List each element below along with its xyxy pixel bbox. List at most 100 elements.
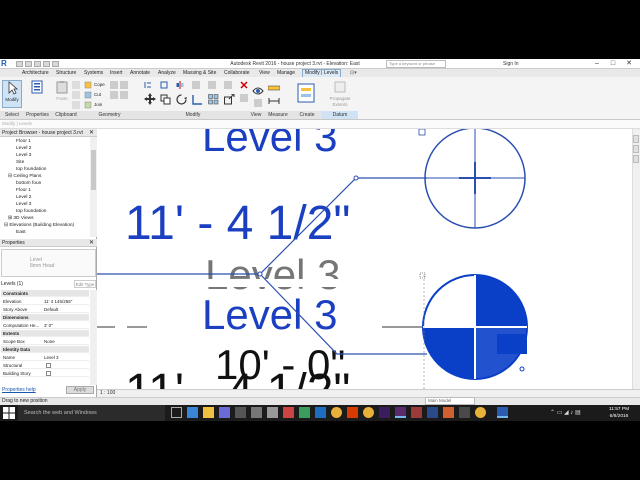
- create-group-icon[interactable]: [296, 82, 316, 104]
- scale-icon[interactable]: [224, 94, 235, 105]
- cope-icon[interactable]: [84, 81, 92, 89]
- tab-manage[interactable]: Manage: [277, 70, 295, 77]
- premiere-icon[interactable]: [395, 407, 406, 418]
- app-icon[interactable]: [299, 407, 310, 418]
- store-icon[interactable]: [219, 407, 230, 418]
- chrome-icon[interactable]: [475, 407, 486, 418]
- array-icon[interactable]: [208, 94, 219, 105]
- edit-type-button[interactable]: Edit Type: [74, 280, 96, 288]
- taskbar-clock[interactable]: 11:57 PM 6/8/2016: [603, 406, 635, 420]
- mirror-pick-axis-icon[interactable]: [176, 81, 184, 89]
- property-value[interactable]: Level 3: [44, 354, 59, 361]
- tab-collaborate[interactable]: Collaborate: [224, 70, 250, 77]
- tab-structure[interactable]: Structure: [56, 70, 76, 77]
- propagate-extents-button[interactable]: Propagate Extents: [327, 80, 353, 108]
- pin-icon[interactable]: [224, 81, 232, 89]
- browser-tree-item[interactable]: ⊞ 3D Views: [8, 215, 34, 222]
- property-row[interactable]: Computation He... 3' 0": [1, 322, 89, 329]
- property-category[interactable]: Identity Data: [1, 346, 89, 353]
- mirror-draw-axis-icon[interactable]: [192, 81, 200, 89]
- windows-start-icon[interactable]: [3, 407, 15, 419]
- property-row[interactable]: Building Story: [1, 370, 89, 377]
- steering-wheel-icon[interactable]: [633, 135, 639, 143]
- delete-icon[interactable]: [240, 81, 248, 89]
- property-category[interactable]: Constraints: [1, 290, 89, 297]
- override-graphics-icon[interactable]: [254, 99, 262, 107]
- browser-tree-item[interactable]: bottom foun: [16, 180, 41, 187]
- file-explorer-icon[interactable]: [203, 407, 214, 418]
- tab-modify-levels[interactable]: Modify | Levels: [302, 69, 342, 77]
- offset-icon[interactable]: [160, 81, 168, 89]
- browser-tree-item[interactable]: Level 2: [16, 194, 31, 201]
- property-value[interactable]: 3' 0": [44, 322, 53, 329]
- properties-button[interactable]: [27, 80, 47, 108]
- browser-tree-item[interactable]: Level 3: [16, 201, 31, 208]
- help-search-input[interactable]: Type a keyword or phrase: [386, 60, 446, 68]
- app-icon[interactable]: [315, 407, 326, 418]
- drag-grip[interactable]: [418, 129, 426, 136]
- browser-tree-item[interactable]: East: [16, 229, 26, 236]
- tab-view[interactable]: View: [259, 70, 270, 77]
- level-elevation-label-bottom[interactable]: 11' - 4 1/2": [125, 365, 350, 389]
- apply-button[interactable]: Apply: [66, 386, 94, 394]
- align-icon[interactable]: [144, 81, 152, 89]
- browser-tree-item[interactable]: Floor 1: [16, 187, 31, 194]
- match-type-icon[interactable]: [72, 101, 80, 109]
- tab-massing-site[interactable]: Massing & Site: [183, 70, 216, 77]
- elevation-drawing[interactable]: Level 3 11' - 4 1/2" Level 3 Level 3 10'…: [97, 129, 640, 389]
- level-head-symbol-selected[interactable]: [422, 274, 528, 380]
- properties-help-link[interactable]: Properties help: [2, 387, 36, 393]
- zoom-icon[interactable]: [633, 145, 639, 153]
- app-icon[interactable]: [459, 407, 470, 418]
- property-value[interactable]: Default: [44, 306, 58, 313]
- revit-app-button[interactable]: R: [1, 60, 13, 68]
- app-icon[interactable]: [427, 407, 438, 418]
- browser-tree-item[interactable]: Floor 1: [16, 138, 31, 145]
- tab-systems[interactable]: Systems: [84, 70, 103, 77]
- cut-to-clipboard-icon[interactable]: [72, 91, 80, 99]
- undo-icon[interactable]: [34, 61, 41, 67]
- leader-elbow-grip[interactable]: [257, 271, 263, 277]
- save-icon[interactable]: [25, 61, 32, 67]
- property-value[interactable]: 11' 4 145/256": [44, 298, 72, 305]
- rotate-icon[interactable]: [176, 94, 187, 105]
- redo-icon[interactable]: [43, 61, 50, 67]
- minimize-icon[interactable]: –: [590, 59, 604, 69]
- level-elevation-label[interactable]: 11' - 4 1/2": [125, 197, 350, 250]
- browser-tree-item[interactable]: top foundation: [16, 208, 46, 215]
- close-icon[interactable]: ✕: [89, 239, 94, 247]
- move-icon[interactable]: [144, 93, 156, 105]
- close-icon[interactable]: ✕: [89, 129, 94, 137]
- wall-joins-icon[interactable]: [110, 81, 118, 89]
- app-icon[interactable]: [443, 407, 454, 418]
- modify-button[interactable]: Modify: [2, 80, 22, 108]
- browser-tree-item[interactable]: ⊟ Elevations (Building Elevation): [4, 222, 74, 229]
- powerpoint-icon[interactable]: [347, 407, 358, 418]
- copy-icon[interactable]: [160, 94, 171, 105]
- property-category[interactable]: Extents: [1, 330, 89, 337]
- chrome-icon[interactable]: [363, 407, 374, 418]
- app-icon[interactable]: [283, 407, 294, 418]
- photos-icon[interactable]: [251, 407, 262, 418]
- aligned-dimension-icon[interactable]: [268, 97, 280, 105]
- cut-geometry-icon[interactable]: [84, 91, 92, 99]
- property-value[interactable]: None: [44, 338, 55, 345]
- browser-tree-item[interactable]: Level 3: [16, 152, 31, 159]
- properties-scrollbar[interactable]: [90, 290, 97, 385]
- bridge-icon[interactable]: [411, 407, 422, 418]
- paint-icon[interactable]: [120, 81, 128, 89]
- print-icon[interactable]: [52, 61, 59, 67]
- browser-tree-item[interactable]: ⊟ Ceiling Plans: [8, 173, 41, 180]
- split-element-icon[interactable]: [208, 81, 216, 89]
- property-row[interactable]: Structural: [1, 362, 89, 369]
- app-icon[interactable]: [235, 407, 246, 418]
- revit-taskbar-icon[interactable]: [497, 407, 508, 418]
- demolish-icon[interactable]: [120, 91, 128, 99]
- system-tray-icons[interactable]: ⌃ ▭ ◢ ♪ ▤: [550, 409, 581, 416]
- paste-button[interactable]: Paste: [54, 80, 70, 108]
- active-workset-select[interactable]: Main Model: [425, 397, 475, 405]
- leader-elbow-grip[interactable]: [353, 175, 359, 181]
- browser-tree-item[interactable]: Site: [16, 159, 24, 166]
- property-row[interactable]: Scope Box None: [1, 338, 89, 345]
- close-icon[interactable]: ✕: [622, 59, 636, 69]
